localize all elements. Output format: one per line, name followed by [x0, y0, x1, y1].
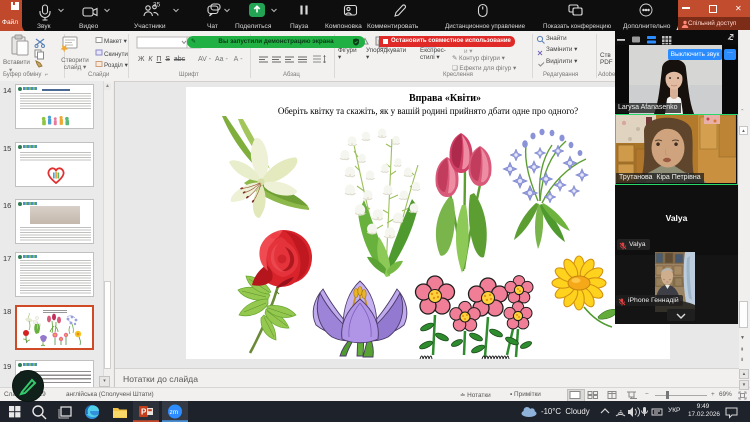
- svg-text:35: 35: [153, 2, 161, 9]
- svg-text:P: P: [141, 408, 147, 417]
- svg-text:zm: zm: [170, 409, 179, 416]
